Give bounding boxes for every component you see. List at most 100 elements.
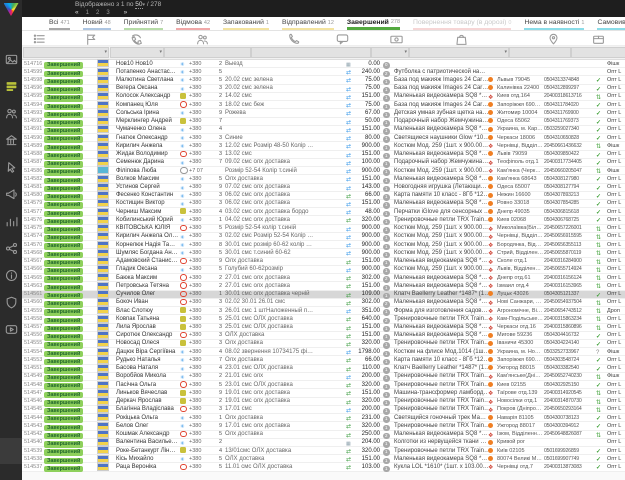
page-number[interactable]: 3: [106, 10, 109, 16]
phone-number: +380: [189, 430, 214, 438]
app-logo-icon[interactable]: [4, 3, 19, 16]
page-number[interactable]: 1: [86, 10, 89, 16]
sidebar-item-media[interactable]: [0, 48, 22, 75]
first-page-icon[interactable]: «: [75, 9, 79, 16]
country-flag-icon: [97, 68, 109, 76]
calls-count: 2: [214, 274, 225, 282]
order-tag: Опт L: [607, 414, 624, 422]
nova-poshta-icon: [488, 357, 493, 362]
tab-count: 0: [508, 20, 511, 26]
client-name: Потапенко Анастас…: [116, 68, 180, 76]
product-name: Костюм Мод. 259 (1шт. х 900.00…: [394, 224, 488, 232]
sidebar-item-share[interactable]: [0, 237, 22, 264]
delivery-city: Киев отд.164: [497, 92, 544, 100]
product-name: Костюм на флисе Мод.1014 (1ш…: [394, 348, 488, 356]
filter-cell[interactable]: ▾: [23, 47, 109, 58]
phone-number: +380: [189, 84, 214, 92]
delivery-city: Наварія 81105: [497, 414, 544, 422]
tab-count: 1: [266, 20, 269, 26]
source-marketplace-icon: [180, 93, 186, 99]
sidebar-item-clients[interactable]: [0, 102, 22, 129]
chevron-down-icon: ▾: [104, 49, 107, 56]
source-cell: [180, 389, 189, 397]
flag-cell: [88, 463, 116, 471]
calls-count: 5: [214, 455, 225, 463]
sidebar-item-video[interactable]: [0, 318, 22, 345]
order-id: 514576: [22, 216, 42, 224]
nova-poshta-icon: [488, 423, 493, 428]
page-number[interactable]: 2: [96, 10, 99, 16]
tab-Новий[interactable]: Новий48: [83, 17, 111, 30]
country-flag-icon: [97, 389, 109, 397]
flag-cell: [88, 290, 116, 298]
sidebar-item-shield[interactable]: [0, 291, 22, 318]
client-name: Устинов Сергей: [116, 183, 180, 191]
order-tag: Опт L: [607, 241, 624, 249]
flag-cell: [88, 224, 116, 232]
calls-count: 3: [214, 232, 225, 240]
flag-cell: [88, 405, 116, 413]
delivery-city: Кам-Подільське…: [497, 315, 544, 323]
tab-Повернення товару (в дорозі)[interactable]: Повернення товару (в дорозі)0: [413, 17, 511, 30]
sidebar-item-stats[interactable]: [0, 210, 22, 237]
product-name: Маленькая видеокамера SQ8 *…: [394, 323, 488, 331]
source-cell: [180, 92, 189, 100]
calls-count: 3: [214, 191, 225, 199]
tab-Прийнятий[interactable]: Прийнятий7: [124, 17, 163, 30]
order-amount: 151.00: [355, 331, 383, 339]
product-name: Тренировочные петли TRX Train…: [394, 422, 488, 430]
calls-count: 4: [214, 208, 225, 216]
sidebar-item-megaphone[interactable]: [0, 183, 22, 210]
tab-Відправлений[interactable]: Відправлений12: [282, 17, 334, 30]
flag-cell: [88, 348, 116, 356]
sidebar-item-bank[interactable]: [0, 129, 22, 156]
client-name: Сольська Ірина: [116, 109, 180, 117]
delivery-city: Мигове 59236: [497, 331, 544, 339]
carrier-cell: [488, 414, 497, 422]
order-id: 514544: [22, 414, 42, 422]
order-comment: 09.02 смс олх доставка: [225, 158, 346, 166]
total-count: / 278: [145, 1, 161, 8]
tab-Запакований[interactable]: Запакований1: [223, 17, 269, 30]
order-id: 514567: [22, 257, 42, 265]
orders-panel: ▾▾▾▾ 514716ЗавершенийНов10 Нов10✳+3802Вы…: [22, 31, 625, 480]
filter-cell[interactable]: [571, 47, 625, 58]
flag-cell: [88, 191, 116, 199]
tab-Всі[interactable]: Всі471: [49, 17, 70, 30]
page-size-dropdown[interactable]: 50: [135, 1, 142, 9]
tracking-number: 20450655870119: [544, 249, 596, 257]
filter-cell[interactable]: ▾: [409, 47, 509, 58]
filter-cell[interactable]: [251, 47, 371, 58]
product-name: Маленькая видеокамера SQ8 *…: [394, 125, 488, 133]
client-name: Вегера Оксана: [116, 84, 180, 92]
sidebar-item-cursor[interactable]: [0, 156, 22, 183]
tab-Завершений[interactable]: Завершений278: [347, 17, 400, 30]
filter-cell[interactable]: ▾: [371, 47, 409, 58]
order-tag: Опт L: [607, 298, 624, 306]
country-flag-icon: [97, 422, 109, 430]
flag-cell: [88, 430, 116, 438]
country-flag-icon: [97, 92, 109, 100]
country-flag-icon: [97, 191, 109, 199]
filter-cell[interactable]: ▾: [110, 47, 164, 58]
bank-icon: [5, 134, 18, 152]
filter-cell[interactable]: [164, 47, 251, 58]
client-name: Черниш Максим: [116, 208, 180, 216]
delivery-city: Ужгород 88015: [497, 364, 544, 372]
product-name: Маленькая видеокамера SQ8 *…: [394, 430, 488, 438]
product-name: Маленькая видеокамера SQ8 *…: [394, 175, 488, 183]
tab-Відмова[interactable]: Відмова42: [176, 17, 210, 30]
order-id: 514589: [22, 142, 42, 150]
last-page-icon[interactable]: »: [124, 9, 128, 16]
country-flag-icon: [97, 282, 109, 290]
flag-cell: [88, 150, 116, 158]
filter-cell[interactable]: [509, 47, 571, 58]
source-olx-icon: [180, 464, 187, 471]
carrier-cell: [488, 199, 497, 207]
sidebar-item-info[interactable]: [0, 264, 22, 291]
tab-Нема в наявності[interactable]: Нема в наявності1: [524, 17, 584, 30]
sidebar-item-orders[interactable]: [0, 75, 22, 102]
order-row[interactable]: 514537ЗавершенийРаца Вероніка+380511.01 …: [22, 463, 625, 471]
tab-Самовивіз[interactable]: Самовивіз2: [597, 17, 625, 30]
tab-count: 42: [204, 20, 210, 26]
